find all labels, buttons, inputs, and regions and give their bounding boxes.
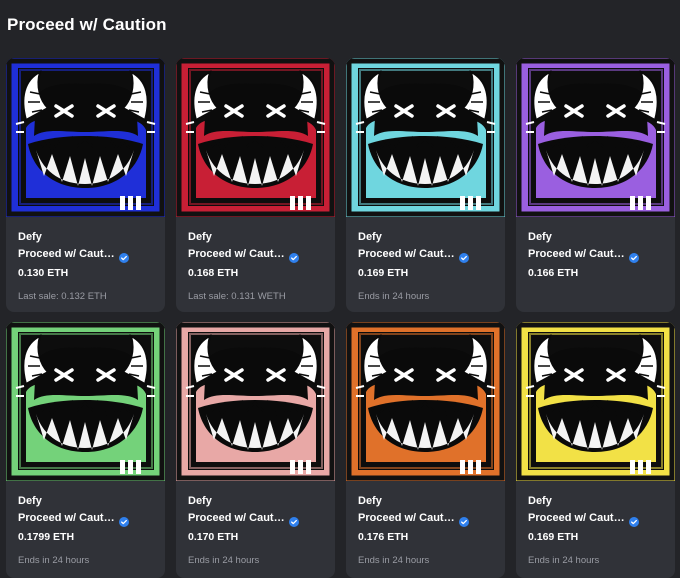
verified-badge-icon <box>288 250 299 263</box>
card-info: Defy Proceed w/ Caut… 0.169 ETH Ends in … <box>516 481 675 567</box>
nft-card[interactable]: Defy Proceed w/ Caut… 0.170 ETH Ends in … <box>176 322 335 578</box>
nft-image[interactable] <box>346 58 505 217</box>
nft-image[interactable] <box>176 322 335 481</box>
nft-image[interactable] <box>516 58 675 217</box>
item-name[interactable]: Proceed w/ Caut… <box>188 248 285 261</box>
nft-grid: Defy Proceed w/ Caut… 0.130 ETH Last sal… <box>6 58 675 578</box>
verified-badge-icon <box>288 514 299 527</box>
price: 0.130 ETH <box>18 267 69 279</box>
card-info: Defy Proceed w/ Caut… 0.168 ETH Last sal… <box>176 217 335 303</box>
card-subtext: Ends in 24 hours <box>358 291 430 302</box>
card-info: Defy Proceed w/ Caut… 0.166 ETH <box>516 217 675 280</box>
nft-image[interactable] <box>346 322 505 481</box>
verified-badge-icon <box>118 250 129 263</box>
name-row: Proceed w/ Caut… <box>188 511 335 527</box>
collection-name[interactable]: Defy <box>528 231 675 244</box>
nft-card[interactable]: Defy Proceed w/ Caut… 0.176 ETH Ends in … <box>346 322 505 578</box>
collection-name[interactable]: Defy <box>188 231 335 244</box>
price: 0.169 ETH <box>358 267 409 279</box>
page-title: Proceed w/ Caution <box>7 15 167 34</box>
nft-card[interactable]: Defy Proceed w/ Caut… 0.1799 ETH Ends in… <box>6 322 165 578</box>
price: 0.176 ETH <box>358 531 409 543</box>
name-row: Proceed w/ Caut… <box>18 511 165 527</box>
verified-badge-icon <box>458 250 469 263</box>
card-info: Defy Proceed w/ Caut… 0.170 ETH Ends in … <box>176 481 335 567</box>
name-row: Proceed w/ Caut… <box>188 247 335 263</box>
card-subtext: Last sale: 0.132 ETH <box>18 291 107 302</box>
collection-name[interactable]: Defy <box>528 495 675 508</box>
nft-card[interactable]: Defy Proceed w/ Caut… 0.166 ETH <box>516 58 675 312</box>
item-name[interactable]: Proceed w/ Caut… <box>18 512 115 525</box>
nft-card[interactable]: Defy Proceed w/ Caut… 0.169 ETH Ends in … <box>516 322 675 578</box>
verified-badge-icon <box>628 514 639 527</box>
nft-card[interactable]: Defy Proceed w/ Caut… 0.169 ETH Ends in … <box>346 58 505 312</box>
item-name[interactable]: Proceed w/ Caut… <box>358 248 455 261</box>
card-info: Defy Proceed w/ Caut… 0.130 ETH Last sal… <box>6 217 165 303</box>
nft-image[interactable] <box>6 58 165 217</box>
price: 0.168 ETH <box>188 267 239 279</box>
card-subtext: Ends in 24 hours <box>528 555 600 566</box>
name-row: Proceed w/ Caut… <box>528 247 675 263</box>
nft-image[interactable] <box>516 322 675 481</box>
price: 0.169 ETH <box>528 531 579 543</box>
nft-image[interactable] <box>176 58 335 217</box>
item-name[interactable]: Proceed w/ Caut… <box>358 512 455 525</box>
collection-name[interactable]: Defy <box>18 495 165 508</box>
card-info: Defy Proceed w/ Caut… 0.169 ETH Ends in … <box>346 217 505 303</box>
card-subtext: Ends in 24 hours <box>18 555 90 566</box>
name-row: Proceed w/ Caut… <box>18 247 165 263</box>
card-subtext: Ends in 24 hours <box>358 555 430 566</box>
nft-card[interactable]: Defy Proceed w/ Caut… 0.130 ETH Last sal… <box>6 58 165 312</box>
price: 0.170 ETH <box>188 531 239 543</box>
collection-name[interactable]: Defy <box>358 231 505 244</box>
item-name[interactable]: Proceed w/ Caut… <box>188 512 285 525</box>
card-subtext: Last sale: 0.131 WETH <box>188 291 286 302</box>
verified-badge-icon <box>118 514 129 527</box>
collection-name[interactable]: Defy <box>358 495 505 508</box>
price: 0.1799 ETH <box>18 531 75 543</box>
name-row: Proceed w/ Caut… <box>528 511 675 527</box>
item-name[interactable]: Proceed w/ Caut… <box>18 248 115 261</box>
collection-name[interactable]: Defy <box>188 495 335 508</box>
name-row: Proceed w/ Caut… <box>358 511 505 527</box>
price: 0.166 ETH <box>528 267 579 279</box>
verified-badge-icon <box>628 250 639 263</box>
card-info: Defy Proceed w/ Caut… 0.1799 ETH Ends in… <box>6 481 165 567</box>
collection-name[interactable]: Defy <box>18 231 165 244</box>
item-name[interactable]: Proceed w/ Caut… <box>528 512 625 525</box>
card-info: Defy Proceed w/ Caut… 0.176 ETH Ends in … <box>346 481 505 567</box>
name-row: Proceed w/ Caut… <box>358 247 505 263</box>
nft-card[interactable]: Defy Proceed w/ Caut… 0.168 ETH Last sal… <box>176 58 335 312</box>
item-name[interactable]: Proceed w/ Caut… <box>528 248 625 261</box>
card-subtext: Ends in 24 hours <box>188 555 260 566</box>
verified-badge-icon <box>458 514 469 527</box>
nft-image[interactable] <box>6 322 165 481</box>
